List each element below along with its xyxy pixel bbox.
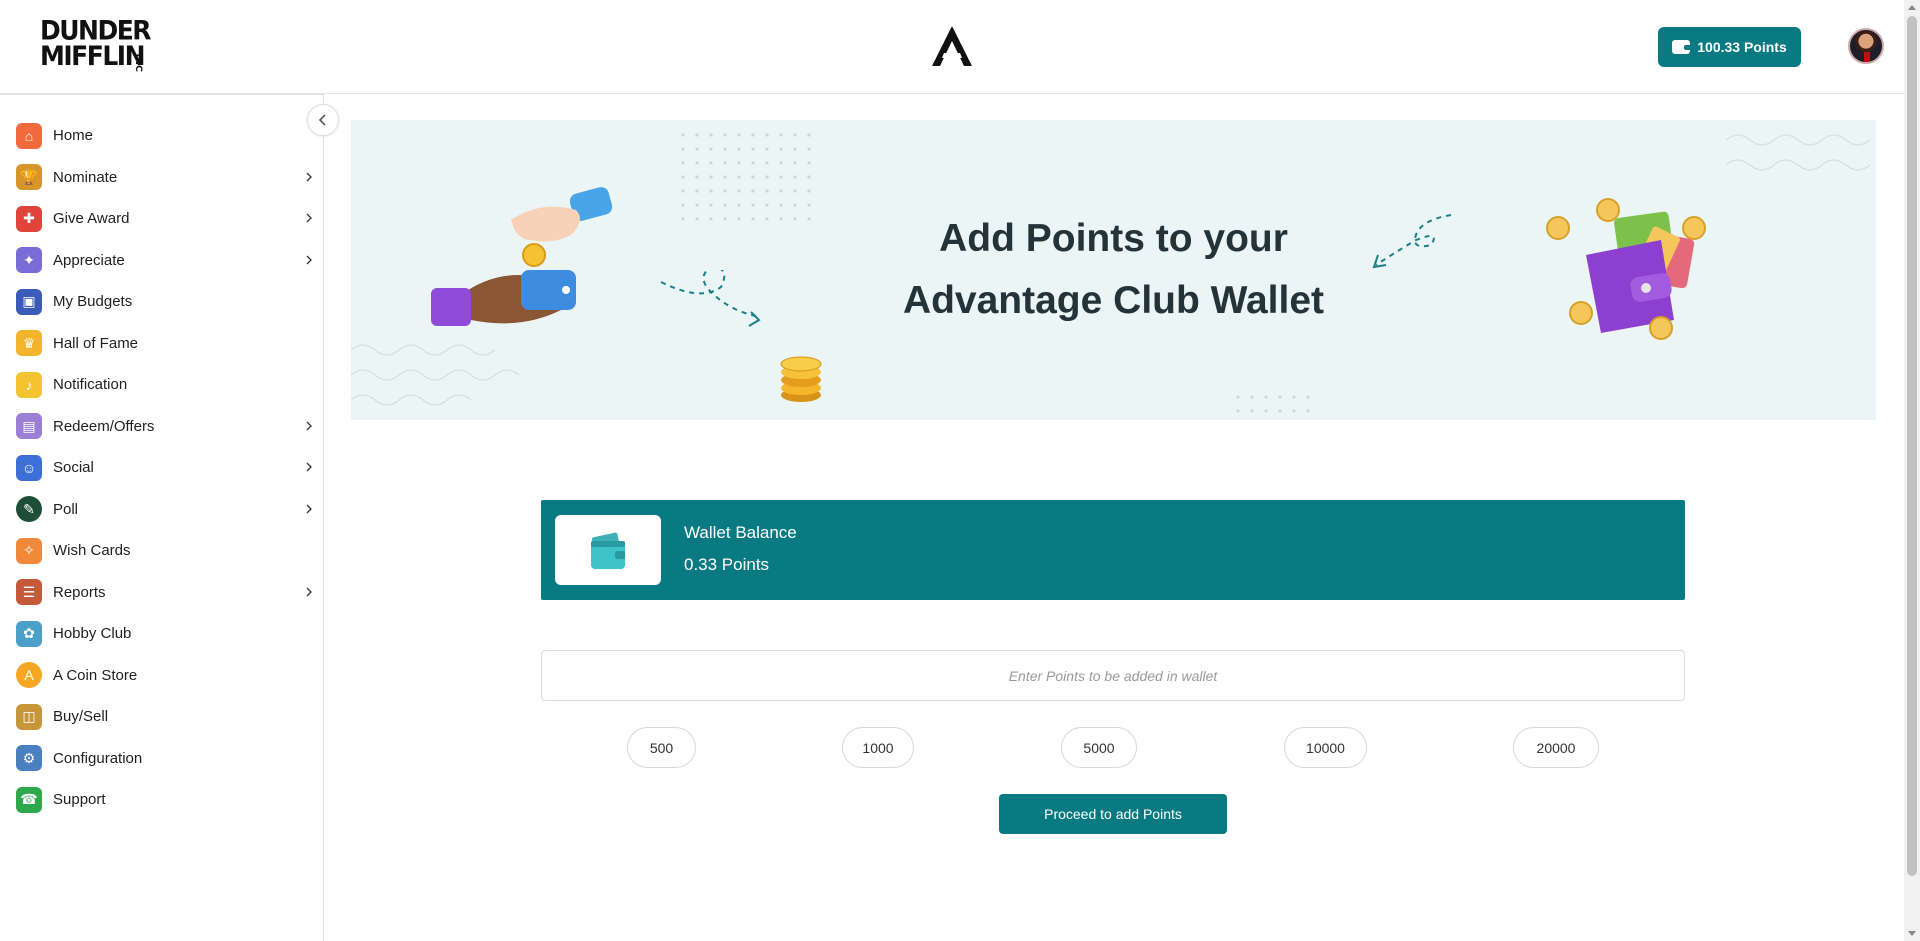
sidebar-item-wish-cards[interactable]: ✧ Wish Cards: [0, 530, 324, 572]
sidebar-item-a-coin-store[interactable]: A A Coin Store: [0, 655, 324, 697]
sidebar-nav: ⌂ Home 🏆 Nominate ✚ Give Award ✦ Appreciate ▣ My …: [0, 115, 324, 821]
chevron-left-icon: [318, 114, 326, 126]
home-icon: ⌂: [16, 122, 42, 149]
top-header: DUNDER MIFFLIN INC 100.33 Points: [0, 0, 1904, 94]
chevron-right-icon: [306, 462, 312, 472]
banner-dots-decoration-2: [1231, 390, 1311, 420]
preset-1000-button[interactable]: 1000: [842, 727, 914, 768]
wallet-balance-value: 0.33 Points: [684, 555, 770, 574]
company-logo[interactable]: DUNDER MIFFLIN INC: [40, 18, 152, 74]
offers-icon: ▤: [16, 413, 42, 440]
sidebar-item-label: Wish Cards: [53, 542, 131, 560]
proceed-to-add-points-button[interactable]: Proceed to add Points: [999, 794, 1227, 834]
chevron-right-icon: [306, 172, 312, 181]
sidebar-item-give-award[interactable]: ✚ Give Award: [0, 198, 324, 240]
coin-icon: A: [16, 662, 42, 689]
crown-icon: ♛: [16, 330, 42, 357]
sidebar-item-home[interactable]: ⌂ Home: [0, 115, 324, 157]
page-scrollbar[interactable]: [1904, 0, 1920, 941]
wallet-balance-title: Wallet Balance: [684, 523, 797, 542]
sidebar-item-label: Redeem/Offers: [53, 417, 155, 435]
add-points-banner: Add Points to your Advantage Club Wallet: [351, 120, 1876, 420]
sidebar-item-label: Configuration: [53, 749, 143, 767]
advantage-club-logo-icon[interactable]: [928, 22, 976, 70]
phone-icon: ☎: [16, 786, 42, 813]
sidebar-item-reports[interactable]: ☰ Reports: [0, 572, 324, 614]
scroll-down-arrow-icon[interactable]: [1908, 931, 1916, 936]
shopping-bag-icon: ◫: [16, 703, 42, 730]
social-icon: ☺: [16, 454, 42, 481]
scrollbar-thumb[interactable]: [1907, 16, 1917, 876]
sidebar-item-hobby-club[interactable]: ✿ Hobby Club: [0, 613, 324, 655]
banner-waves-right: [1726, 134, 1871, 171]
sidebar-item-label: Hobby Club: [53, 625, 132, 643]
preset-5000-button[interactable]: 5000: [1061, 727, 1137, 768]
gift-icon: ✚: [16, 205, 42, 232]
sidebar-item-label: My Budgets: [53, 293, 133, 311]
sidebar-item-notification[interactable]: ♪ Notification: [0, 364, 324, 406]
sidebar-item-support[interactable]: ☎ Support: [0, 779, 324, 821]
medal-icon: ✦: [16, 247, 42, 274]
sidebar: ⌂ Home 🏆 Nominate ✚ Give Award ✦ Appreciate ▣ My …: [0, 94, 324, 941]
scroll-up-arrow-icon[interactable]: [1908, 5, 1916, 10]
sidebar-item-label: Notification: [53, 376, 128, 394]
trophy-icon: 🏆: [16, 164, 42, 191]
points-amount-input[interactable]: [541, 650, 1685, 701]
wallet-icon: [1672, 40, 1691, 54]
wallet-icon: [591, 532, 625, 569]
logo-inc: INC: [132, 53, 143, 72]
sidebar-item-appreciate[interactable]: ✦ Appreciate: [0, 240, 324, 282]
clipboard-icon: ☰: [16, 579, 42, 606]
sidebar-item-label: Support: [53, 791, 106, 809]
sidebar-item-label: Buy/Sell: [53, 708, 109, 726]
sidebar-item-label: Give Award: [53, 210, 130, 228]
chevron-right-icon: [306, 421, 312, 430]
hobby-icon: ✿: [16, 620, 42, 647]
sidebar-item-label: Reports: [53, 583, 106, 601]
sidebar-item-label: Appreciate: [53, 251, 125, 269]
sidebar-item-label: Poll: [53, 500, 79, 518]
sidebar-item-label: A Coin Store: [53, 666, 138, 684]
sidebar-item-redeem-offers[interactable]: ▤ Redeem/Offers: [0, 406, 324, 448]
preset-10000-button[interactable]: 10000: [1284, 727, 1367, 768]
config-icon: ⚙: [16, 745, 42, 772]
coin-stack-illustration: [780, 356, 822, 402]
chevron-right-icon: [306, 255, 312, 264]
sidebar-collapse-button[interactable]: [307, 104, 339, 136]
points-balance-button[interactable]: 100.33 Points: [1658, 27, 1801, 67]
sidebar-item-label: Hall of Fame: [53, 334, 139, 352]
wallet-balance-image: [555, 515, 661, 585]
sidebar-item-buy-sell[interactable]: ◫ Buy/Sell: [0, 696, 324, 738]
wallet-coins-illustration: [1546, 198, 1706, 340]
chevron-right-icon: [306, 213, 312, 223]
sidebar-item-label: Social: [53, 459, 94, 477]
sidebar-item-my-budgets[interactable]: ▣ My Budgets: [0, 281, 324, 323]
sidebar-item-label: Nominate: [53, 168, 118, 186]
sidebar-item-poll[interactable]: ✎ Poll: [0, 489, 324, 531]
preset-20000-button[interactable]: 20000: [1513, 727, 1599, 768]
wallet-balance-card: Wallet Balance 0.33 Points: [541, 500, 1685, 600]
sidebar-item-social[interactable]: ☺ Social: [0, 447, 324, 489]
sidebar-item-nominate[interactable]: 🏆 Nominate: [0, 157, 324, 199]
bell-icon: ♪: [16, 371, 42, 398]
budget-icon: ▣: [16, 288, 42, 315]
chevron-right-icon: [306, 504, 312, 513]
poll-icon: ✎: [16, 496, 42, 523]
sidebar-item-hall-of-fame[interactable]: ♛ Hall of Fame: [0, 323, 324, 365]
preset-500-button[interactable]: 500: [627, 727, 696, 768]
party-icon: ✧: [16, 537, 42, 564]
sidebar-item-configuration[interactable]: ⚙ Configuration: [0, 738, 324, 780]
user-avatar[interactable]: [1848, 28, 1884, 64]
sidebar-item-label: Home: [53, 127, 94, 145]
points-balance-label: 100.33 Points: [1697, 39, 1787, 55]
chevron-right-icon: [306, 587, 312, 596]
